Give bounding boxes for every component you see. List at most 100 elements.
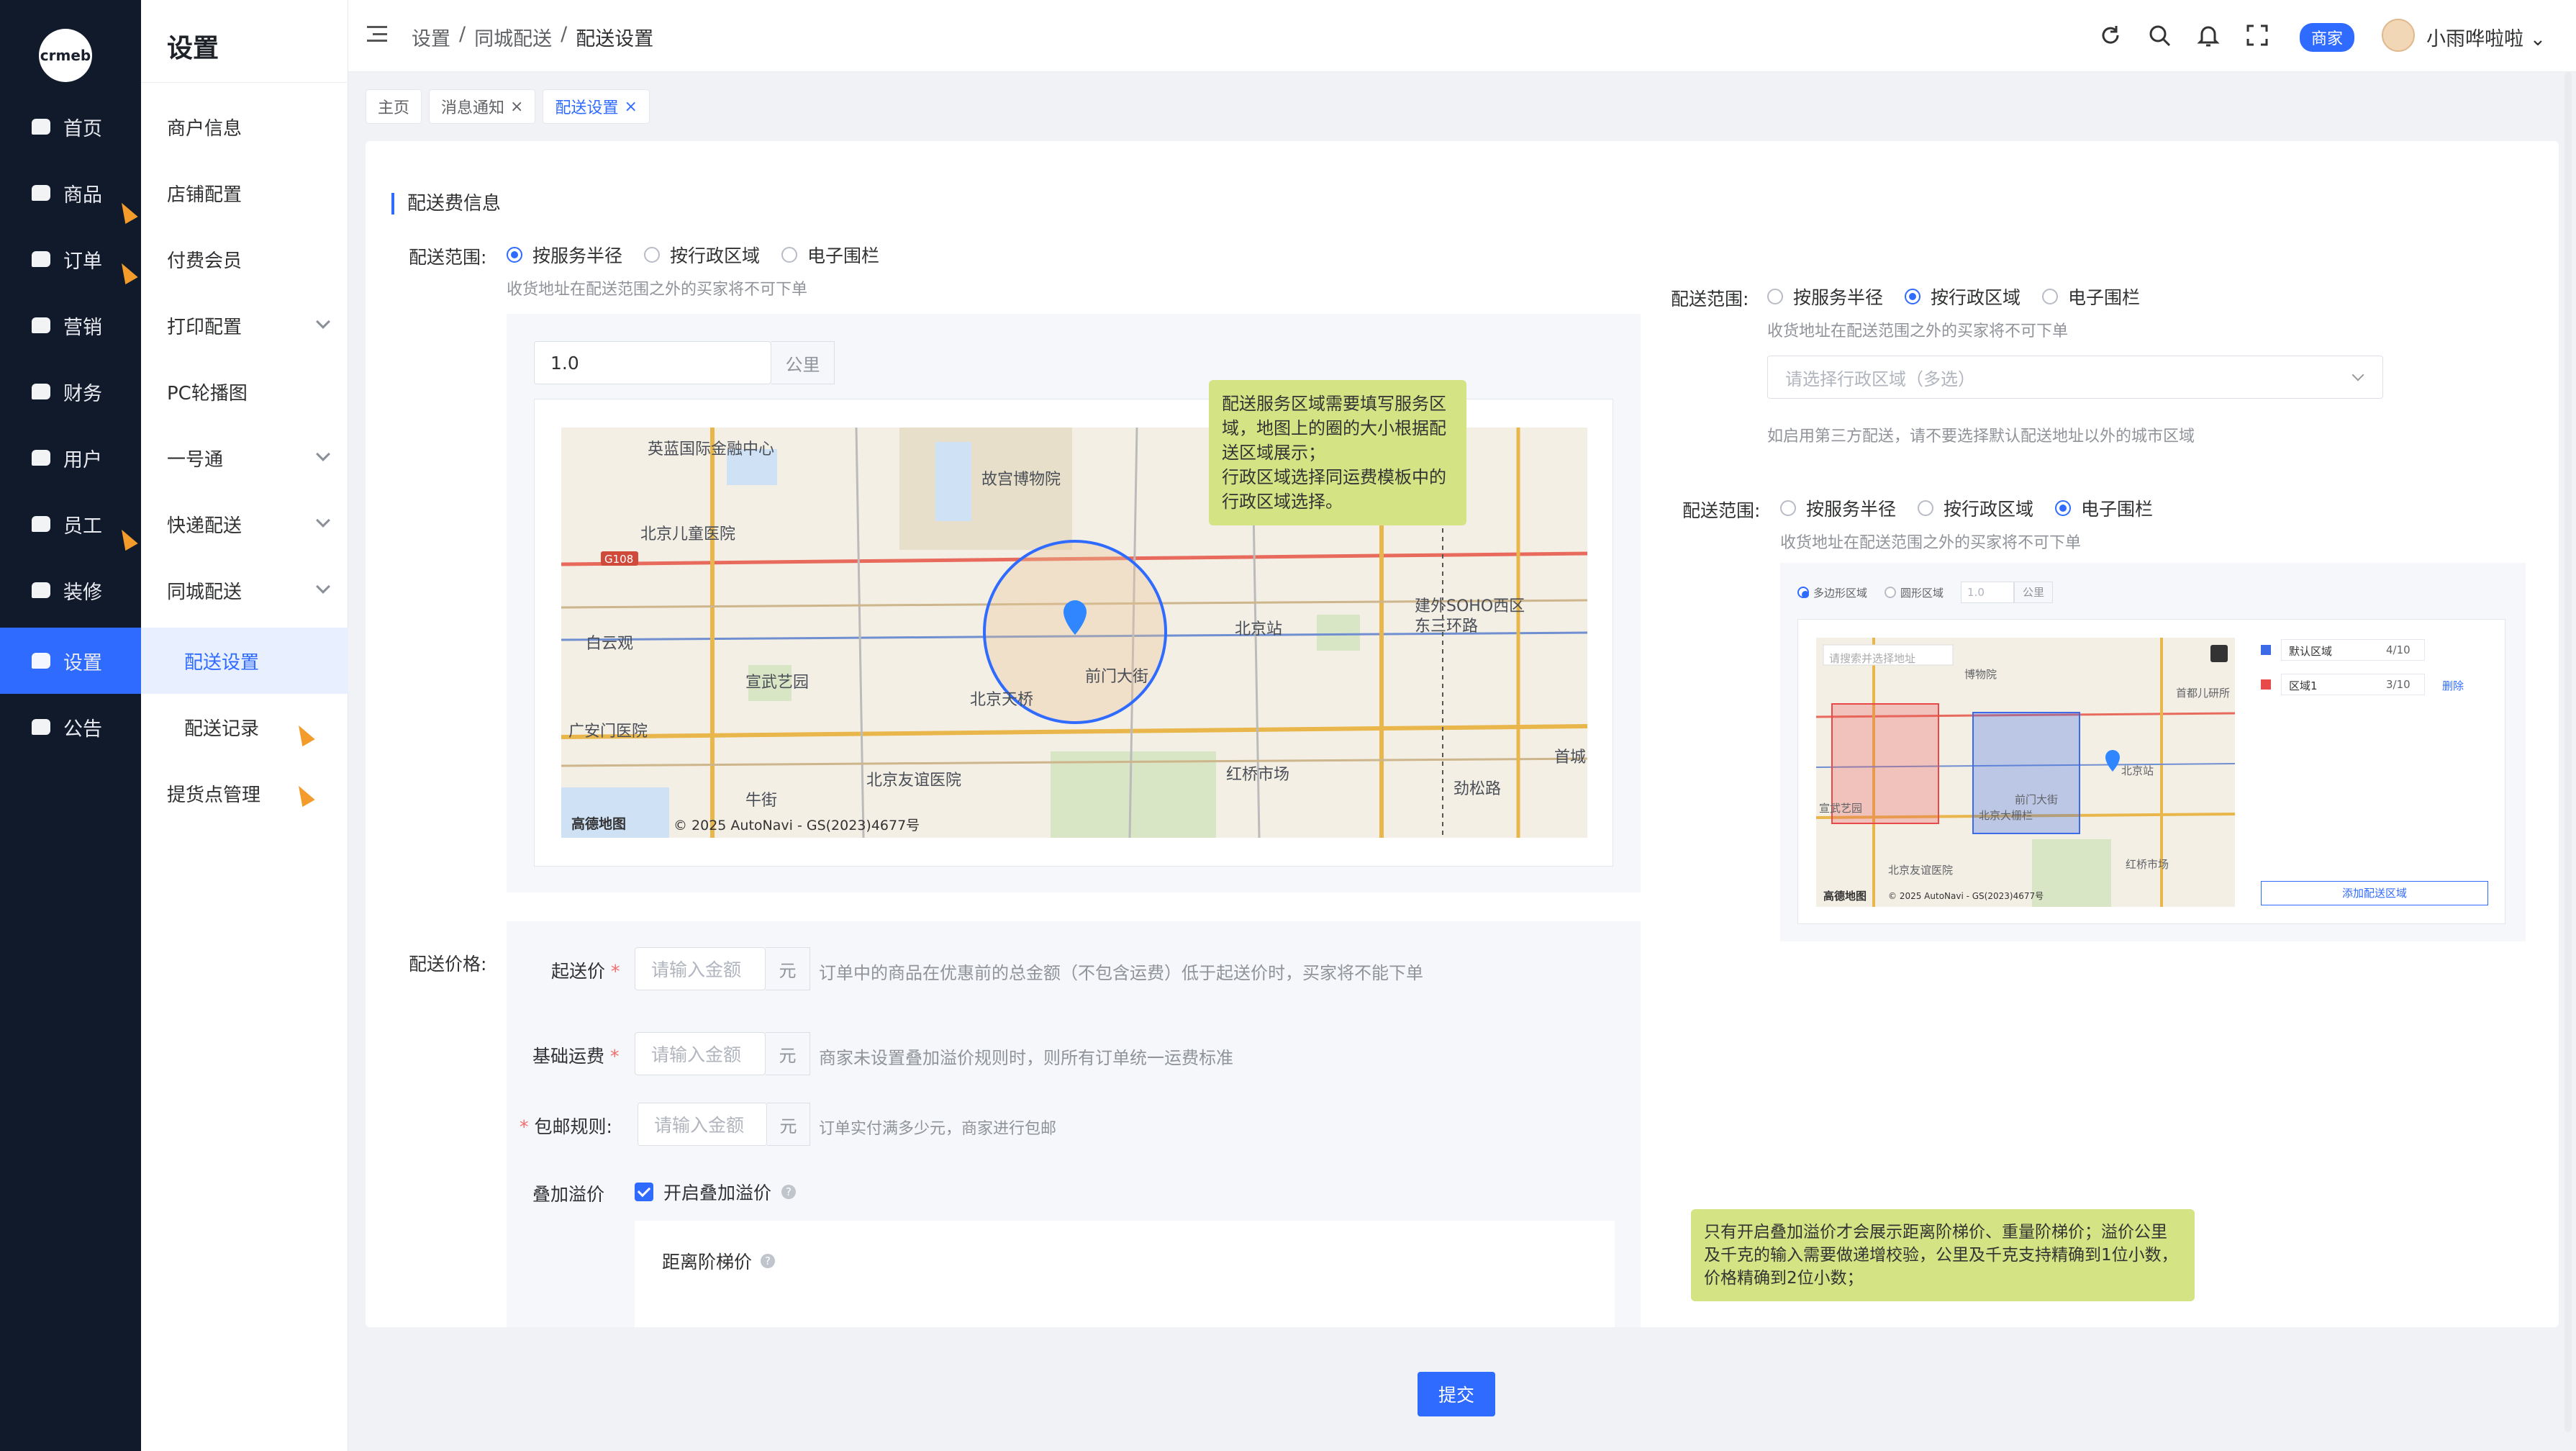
chevron-down-icon xyxy=(316,315,330,329)
nav-item-staff[interactable]: 员工 xyxy=(0,491,141,557)
refresh-icon[interactable] xyxy=(2098,23,2123,48)
tab-delivery-settings[interactable]: 配送设置 × xyxy=(543,89,650,124)
admin-area-note: 如启用第三方配送，请不要选择默认配送地址以外的城市区域 xyxy=(1767,428,2195,446)
zone-row-1[interactable]: 区域1 3/10 删除 xyxy=(2258,674,2495,695)
help-icon[interactable]: ? xyxy=(761,1254,776,1268)
map-label: 北京大栅栏 xyxy=(1979,809,2033,822)
submenu-item-local-delivery[interactable]: 同城配送 xyxy=(141,557,348,623)
required-mark: * xyxy=(610,961,620,982)
fence-search-input[interactable]: 请搜索并选择地址 xyxy=(1829,651,1915,666)
zone-row-default[interactable]: 默认区域 4/10 xyxy=(2258,639,2495,661)
radio-polygon[interactable]: 多边形区域 xyxy=(1797,585,1867,600)
radio-radius[interactable]: 按服务半径 xyxy=(1780,495,1896,521)
chat-icon xyxy=(32,317,50,333)
submenu-item-express[interactable]: 快递配送 xyxy=(141,491,348,557)
add-zone-button[interactable]: 添加配送区域 xyxy=(2261,881,2488,905)
checkbox-checked xyxy=(635,1183,653,1201)
submenu-item-yihaotong[interactable]: 一号通 xyxy=(141,425,348,491)
submenu-item-pc-banner[interactable]: PC轮播图 xyxy=(141,358,348,425)
submenu-item-print-config[interactable]: 打印配置 xyxy=(141,292,348,358)
base-fee-input[interactable]: 请输入金额 xyxy=(635,1032,766,1075)
map-label: 北京友谊医院 xyxy=(866,772,962,790)
radio-admin-area[interactable]: 按行政区域 xyxy=(1905,284,2021,309)
radio-geofence[interactable]: 电子围栏 xyxy=(781,242,879,268)
nav-item-home[interactable]: 首页 xyxy=(0,94,141,160)
tab-message[interactable]: 消息通知 × xyxy=(429,89,536,124)
free-shipping-input[interactable]: 请输入金额 xyxy=(638,1103,767,1146)
close-icon[interactable]: × xyxy=(624,98,637,116)
map-label: 北京天桥 xyxy=(970,691,1034,709)
fence-scope-label: 配送范围: xyxy=(1682,500,1761,521)
chat-icon xyxy=(32,119,50,135)
nav-item-order[interactable]: 订单 xyxy=(0,226,141,292)
submit-button[interactable]: 提交 xyxy=(1418,1372,1495,1416)
radio-dot xyxy=(1767,289,1783,304)
markup-checkbox[interactable]: 开启叠加溢价 ? xyxy=(635,1179,797,1205)
page-scrollbar[interactable] xyxy=(2564,72,2572,1432)
min-price-input[interactable]: 请输入金额 xyxy=(635,947,766,990)
submenu-item-delivery-records[interactable]: 配送记录 xyxy=(141,694,348,760)
breadcrumb-item[interactable]: 设置 xyxy=(412,23,450,51)
search-icon[interactable] xyxy=(2147,23,2172,48)
nav-item-product[interactable]: 商品 xyxy=(0,160,141,226)
price-label: 配送价格: xyxy=(409,954,487,975)
radio-dot xyxy=(1905,289,1921,304)
close-icon[interactable]: × xyxy=(510,98,523,116)
breadcrumb-item[interactable]: 同城配送 xyxy=(474,23,552,51)
chat-icon xyxy=(32,653,50,669)
username-dropdown[interactable]: 小雨哗啦啦 ⌄ xyxy=(2426,23,2546,51)
markup-tooltip: 只有开启叠加溢价才会展示距离阶梯价、重量阶梯价；溢价公里及千克的输入需要做递增校… xyxy=(1691,1209,2195,1301)
fence-scope-radio-group: 按服务半径 按行政区域 电子围栏 xyxy=(1780,495,2153,521)
main-nav-rail: crmeb 首页 商品 订单 营销 财务 用户 员工 装修 设置 公告 xyxy=(0,0,141,1451)
fullscreen-icon[interactable] xyxy=(2245,23,2269,48)
map-label: 宣武艺园 xyxy=(1819,802,1863,815)
radio-radius[interactable]: 按服务半径 xyxy=(507,242,622,268)
submenu-item-paid-member[interactable]: 付费会员 xyxy=(141,226,348,292)
app-logo: crmeb xyxy=(39,29,92,82)
nav-item-finance[interactable]: 财务 xyxy=(0,358,141,425)
scope-radio-group: 按服务半径 按行政区域 电子围栏 xyxy=(507,242,879,268)
admin-area-select[interactable]: 请选择行政区域（多选） xyxy=(1767,356,2383,399)
fence-radius-input[interactable]: 1.0 xyxy=(1961,582,2015,603)
nav-item-user[interactable]: 用户 xyxy=(0,425,141,491)
nav-item-decoration[interactable]: 装修 xyxy=(0,557,141,623)
submenu-item-store-config[interactable]: 店铺配置 xyxy=(141,160,348,226)
merchant-badge: 商家 xyxy=(2300,23,2355,52)
radius-input[interactable]: 1.0 xyxy=(534,341,771,384)
min-price-label: 起送价 * xyxy=(551,961,620,982)
radio-admin-area[interactable]: 按行政区域 xyxy=(644,242,760,268)
free-shipping-unit: 元 xyxy=(767,1103,810,1146)
chat-icon xyxy=(32,516,50,532)
zone-color-swatch xyxy=(2261,645,2271,655)
divider xyxy=(141,82,348,83)
radio-circle[interactable]: 圆形区域 xyxy=(1885,585,1944,600)
map-label: 广安门医院 xyxy=(568,723,648,741)
radio-radius[interactable]: 按服务半径 xyxy=(1767,284,1883,309)
submenu-item-merchant-info[interactable]: 商户信息 xyxy=(141,94,348,160)
nav-item-marketing[interactable]: 营销 xyxy=(0,292,141,358)
help-icon[interactable]: ? xyxy=(781,1185,797,1199)
required-mark: * xyxy=(609,1046,620,1067)
tab-home[interactable]: 主页 xyxy=(366,89,422,124)
nav-item-notice[interactable]: 公告 xyxy=(0,694,141,760)
menu-toggle-icon[interactable] xyxy=(367,26,387,42)
bell-icon[interactable] xyxy=(2196,23,2221,48)
map-copyright: © 2025 AutoNavi - GS(2023)4677号 xyxy=(674,818,920,833)
scope-label: 配送范围: xyxy=(409,247,487,268)
section-title: 配送费信息 xyxy=(391,193,501,214)
radio-geofence[interactable]: 电子围栏 xyxy=(2042,284,2140,309)
submenu-item-delivery-settings[interactable]: 配送设置 xyxy=(141,628,348,694)
zone-delete-link[interactable]: 删除 xyxy=(2442,678,2464,693)
map-label: 首城 xyxy=(1554,749,1587,767)
radio-dot xyxy=(781,247,798,263)
chevron-down-icon xyxy=(316,447,330,461)
nav-item-settings[interactable]: 设置 xyxy=(0,628,141,694)
submenu-item-pickup-points[interactable]: 提货点管理 xyxy=(141,760,348,826)
settings-submenu: 设置 商户信息 店铺配置 付费会员 打印配置 PC轮播图 一号通 快递配送 同城… xyxy=(141,0,348,1451)
fence-map[interactable]: 请搜索并选择地址 北京站 前门大街 北京大栅栏 北京友谊医院 红桥市场 宣武艺园… xyxy=(1816,638,2235,907)
map-brand: 高德地图 xyxy=(1823,890,1867,903)
radio-geofence[interactable]: 电子围栏 xyxy=(2055,495,2153,521)
avatar[interactable] xyxy=(2382,19,2415,52)
zone-count: 4/10 xyxy=(2386,643,2411,656)
radio-admin-area[interactable]: 按行政区域 xyxy=(1918,495,2033,521)
